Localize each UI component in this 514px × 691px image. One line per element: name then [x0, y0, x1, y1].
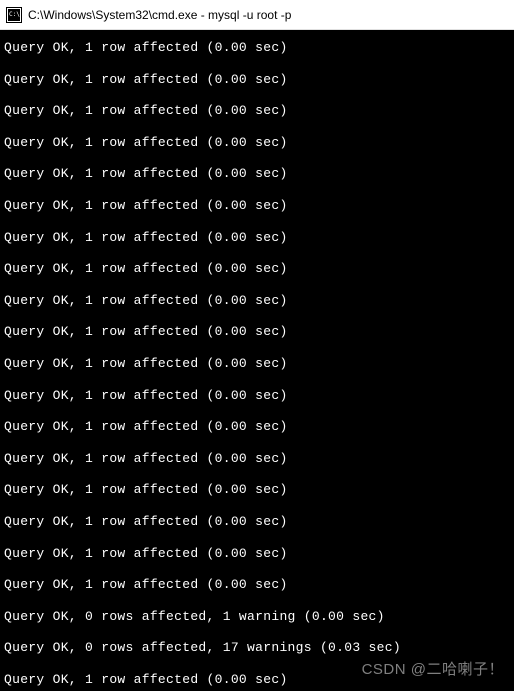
- output-line: Query OK, 1 row affected (0.00 sec): [4, 388, 510, 404]
- svg-text:C:\: C:\: [9, 11, 20, 18]
- output-line: Query OK, 1 row affected (0.00 sec): [4, 419, 510, 435]
- output-line: Query OK, 1 row affected (0.00 sec): [4, 293, 510, 309]
- output-line: Query OK, 1 row affected (0.00 sec): [4, 166, 510, 182]
- output-line: Query OK, 1 row affected (0.00 sec): [4, 482, 510, 498]
- output-line: Query OK, 1 row affected (0.00 sec): [4, 577, 510, 593]
- output-line: Query OK, 1 row affected (0.00 sec): [4, 72, 510, 88]
- output-line: Query OK, 0 rows affected, 1 warning (0.…: [4, 609, 510, 625]
- output-line: Query OK, 1 row affected (0.00 sec): [4, 198, 510, 214]
- output-line: Query OK, 1 row affected (0.00 sec): [4, 546, 510, 562]
- output-line: Query OK, 1 row affected (0.00 sec): [4, 103, 510, 119]
- output-line: Query OK, 1 row affected (0.00 sec): [4, 40, 510, 56]
- output-line: Query OK, 1 row affected (0.00 sec): [4, 324, 510, 340]
- cmd-icon: C:\: [6, 7, 22, 23]
- window-title: C:\Windows\System32\cmd.exe - mysql -u r…: [28, 8, 291, 22]
- output-line: Query OK, 1 row affected (0.00 sec): [4, 135, 510, 151]
- terminal-output[interactable]: Query OK, 1 row affected (0.00 sec) Quer…: [0, 30, 514, 691]
- output-line: Query OK, 1 row affected (0.00 sec): [4, 672, 510, 688]
- output-line: Query OK, 0 rows affected, 17 warnings (…: [4, 640, 510, 656]
- output-line: Query OK, 1 row affected (0.00 sec): [4, 451, 510, 467]
- output-line: Query OK, 1 row affected (0.00 sec): [4, 230, 510, 246]
- output-line: Query OK, 1 row affected (0.00 sec): [4, 356, 510, 372]
- output-line: Query OK, 1 row affected (0.00 sec): [4, 514, 510, 530]
- window-titlebar[interactable]: C:\ C:\Windows\System32\cmd.exe - mysql …: [0, 0, 514, 30]
- output-line: Query OK, 1 row affected (0.00 sec): [4, 261, 510, 277]
